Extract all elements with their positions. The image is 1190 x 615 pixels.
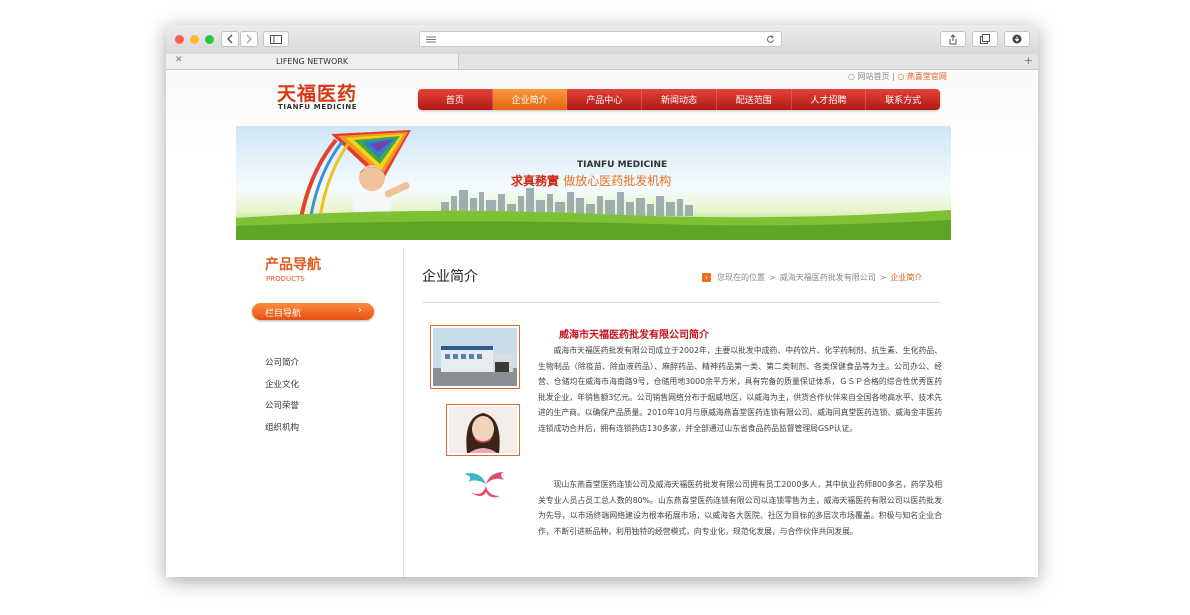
nav-item-home[interactable]: 首页 [418, 89, 493, 110]
breadcrumb-prefix: 您现在的位置 [717, 273, 765, 282]
office-building-photo [430, 325, 520, 389]
sidebar-subtitle: PRODUCTS [266, 275, 305, 283]
banner-slogan: 求真務實 做放心医药批发机构 [511, 172, 671, 189]
chevron-right-icon [246, 34, 252, 44]
back-button[interactable] [221, 31, 239, 47]
browser-toolbar [166, 25, 1038, 55]
sidebar-item-honors[interactable]: 公司荣誉 [265, 399, 299, 411]
tab-close-icon[interactable]: ✕ [175, 55, 183, 65]
forward-button[interactable] [240, 31, 258, 47]
dot-icon: ○ [848, 72, 855, 81]
breadcrumb: › 您现在的位置 > 威海天福医药批发有限公司 > 企业简介 [702, 272, 922, 283]
sidebar-item-company-profile[interactable]: 公司简介 [265, 356, 299, 368]
site-home-link[interactable]: 网站首页 [858, 72, 890, 81]
article-paragraph-2: 现山东燕喜堂医药连锁公司及威海天福医药批发有限公司拥有员工2000多人，其中执业… [538, 480, 942, 536]
sidebar-bar-label: 栏目导航 [265, 309, 302, 319]
site-logo[interactable]: 天福医药 [277, 79, 357, 106]
download-icon [1012, 34, 1022, 44]
tabs-icon [980, 34, 990, 44]
main-nav: 首页 企业简介 产品中心 新闻动态 配送范围 人才招聘 联系方式 [418, 89, 940, 110]
tab-bar: ✕ LIFENG NETWORK + [166, 54, 1038, 70]
decorative-swirl-logo [464, 472, 504, 498]
sidebar-toggle-button[interactable] [263, 31, 289, 47]
nav-item-careers[interactable]: 人才招聘 [792, 89, 867, 110]
new-tab-button[interactable]: + [1024, 54, 1033, 67]
sidebar-title: 产品导航 [265, 257, 321, 273]
site-logo-english: TIANFU MEDICINE [278, 103, 358, 111]
zoom-window-button[interactable] [205, 35, 214, 44]
share-icon [949, 33, 957, 44]
reload-icon[interactable] [766, 35, 775, 44]
page-title: 企业简介 [422, 269, 478, 285]
nav-item-contact[interactable]: 联系方式 [866, 89, 940, 110]
address-bar[interactable] [419, 31, 782, 47]
share-button[interactable] [940, 31, 966, 47]
breadcrumb-company[interactable]: 威海天福医药批发有限公司 [780, 272, 876, 283]
browser-window: ✕ LIFENG NETWORK + 天福医药 TIANFU MEDICINE … [166, 25, 1038, 577]
nav-item-delivery[interactable]: 配送范围 [717, 89, 792, 110]
browser-tab[interactable]: ✕ LIFENG NETWORK [166, 54, 459, 69]
reader-icon [426, 36, 436, 43]
article-paragraph-1: 威海市天福医药批发有限公司成立于2002年，主要以批发中成药、中药饮片、化学药制… [538, 346, 943, 433]
dot-icon: ○ [897, 72, 905, 81]
minimize-window-button[interactable] [190, 35, 199, 44]
article-title: 威海市天福医药批发有限公司简介 [559, 330, 709, 341]
breadcrumb-current: 企业简介 [890, 273, 923, 282]
sidebar-icon [270, 34, 282, 44]
spokesperson-photo [446, 404, 520, 456]
woman-portrait-image [449, 407, 517, 453]
web-page: 天福医药 TIANFU MEDICINE ○ 网站首页 | ○ 燕喜堂官网 首页… [166, 70, 1038, 577]
building-image [433, 328, 517, 386]
top-links: ○ 网站首页 | ○ 燕喜堂官网 [848, 72, 947, 81]
banner-english-text: TIANFU MEDICINE [577, 160, 668, 170]
nav-item-about[interactable]: 企业简介 [492, 89, 568, 110]
title-divider [422, 302, 940, 303]
downloads-button[interactable] [1004, 31, 1030, 47]
sidebar-item-organization[interactable]: 组织机构 [265, 421, 299, 433]
nav-item-news[interactable]: 新闻动态 [642, 89, 717, 110]
banner-slogan-main: 求真務實 [511, 174, 560, 188]
hero-banner: TIANFU MEDICINE 求真務實 做放心医药批发机构 [236, 126, 951, 240]
breadcrumb-separator: > [879, 273, 887, 282]
brand-site-link[interactable]: 燕喜堂官网 [907, 72, 947, 81]
breadcrumb-separator: > [769, 273, 776, 282]
location-arrow-icon: › [702, 273, 711, 282]
chevron-left-icon [227, 34, 233, 44]
sidebar-column-nav-button[interactable]: 栏目导航 › [252, 303, 374, 320]
chevron-right-icon: › [358, 305, 362, 316]
column-divider [403, 248, 404, 577]
banner-slogan-sub: 做放心医药批发机构 [563, 174, 672, 188]
tabs-overview-button[interactable] [972, 31, 998, 47]
sidebar-item-culture[interactable]: 企业文化 [265, 378, 299, 390]
close-window-button[interactable] [175, 35, 184, 44]
nav-item-products[interactable]: 产品中心 [567, 89, 643, 110]
tab-title: LIFENG NETWORK [276, 57, 349, 66]
